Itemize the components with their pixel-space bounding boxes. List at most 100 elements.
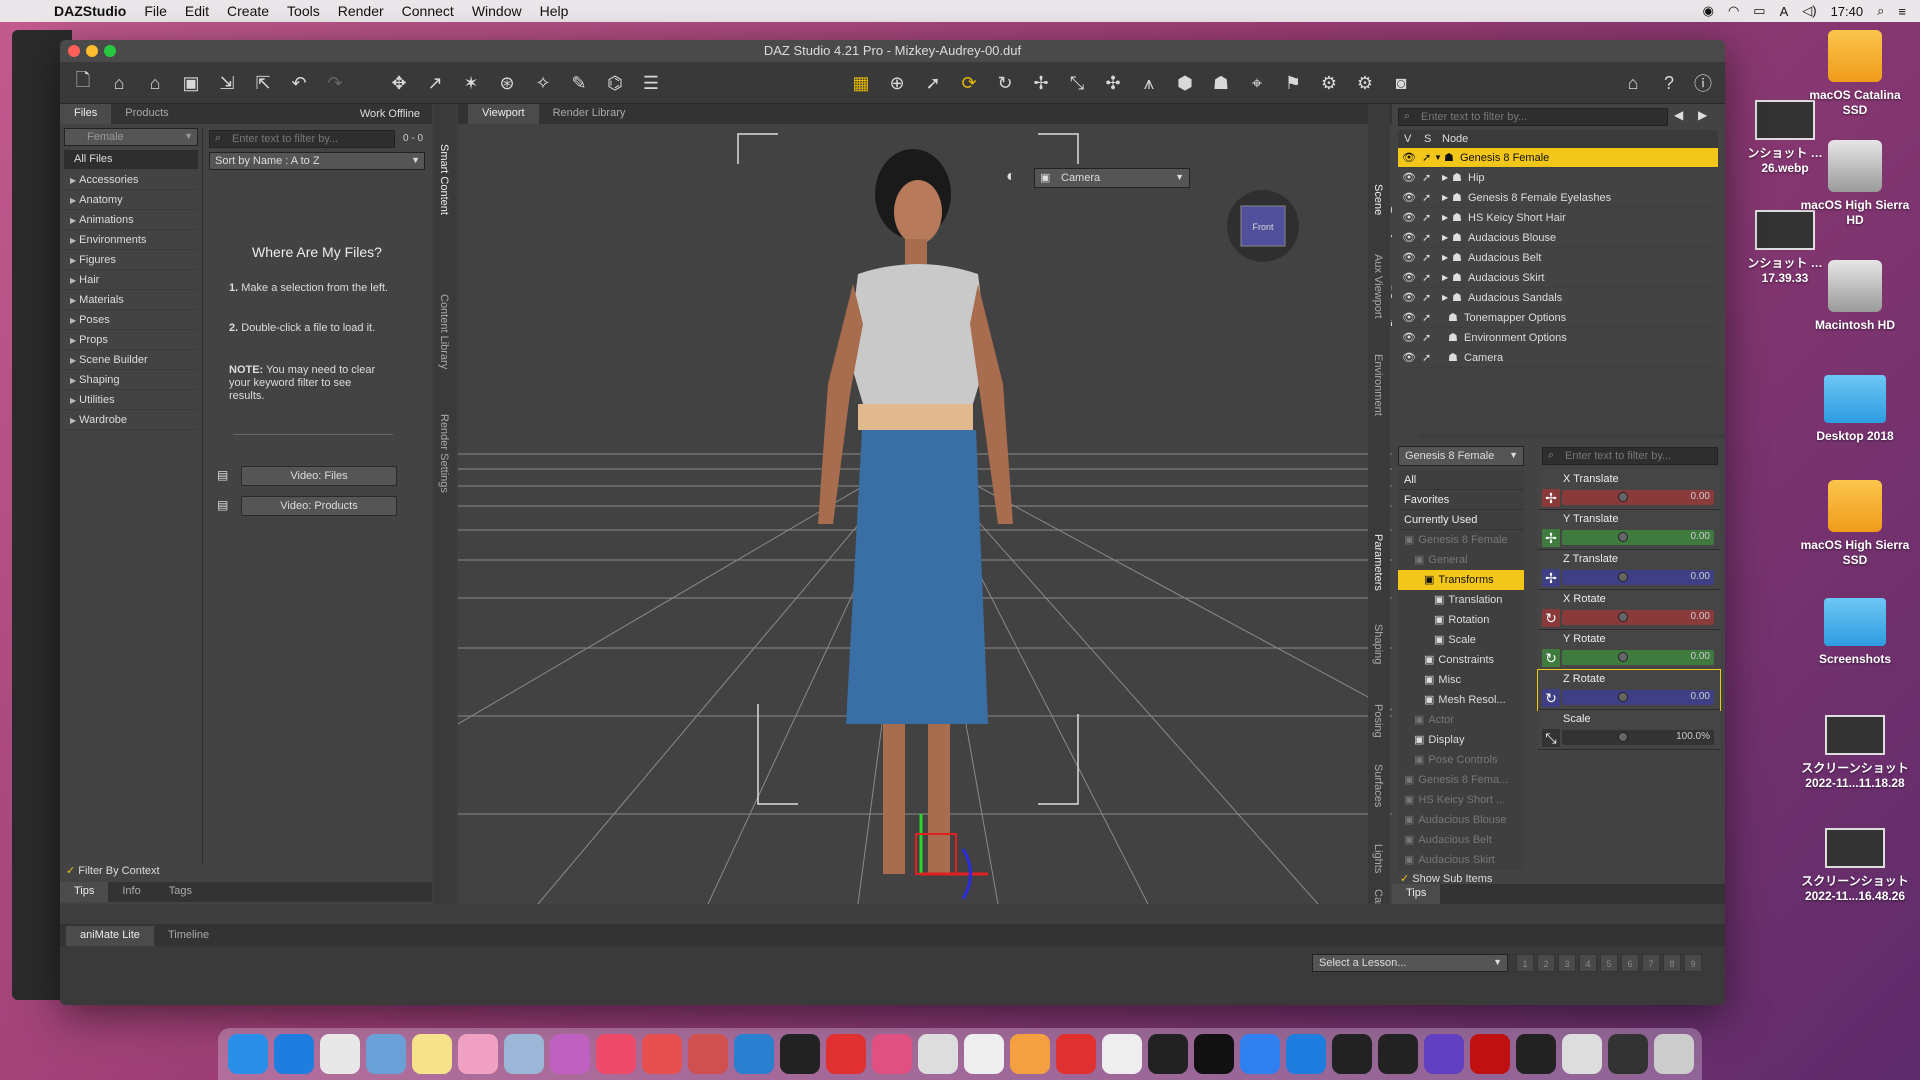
slider-value[interactable]: 0.00	[1691, 611, 1710, 622]
eye-icon[interactable]: 👁	[1402, 288, 1416, 308]
scene-node[interactable]: 👁 ➚ ▶ ☗ Audacious Belt	[1398, 248, 1718, 268]
filter-dropdown[interactable]: Female ▼	[64, 128, 198, 146]
property-group[interactable]: ▣ Scale	[1398, 630, 1524, 650]
slider-knob[interactable]	[1618, 692, 1628, 702]
dock-icon-affinity[interactable]	[550, 1034, 590, 1074]
scene-node[interactable]: 👁 ➚ ▶ ☗ Audacious Blouse	[1398, 228, 1718, 248]
category-scene-builder[interactable]: ▶ Scene Builder	[64, 350, 198, 370]
render-settings-icon[interactable]: ⚙	[1352, 70, 1378, 96]
video-files-button[interactable]: Video: Files	[241, 466, 397, 486]
desktop-item[interactable]: macOS Catalina SSD	[1800, 30, 1910, 118]
eye-icon[interactable]: 👁	[1402, 188, 1416, 208]
lesson-page-button[interactable]: 6	[1621, 954, 1639, 972]
work-offline-button[interactable]: Work Offline	[360, 108, 420, 120]
slider-value[interactable]: 100.0%	[1676, 731, 1710, 742]
side-tab-scene[interactable]: Scene	[1372, 184, 1384, 215]
status-icon[interactable]: ◉	[1703, 3, 1714, 19]
param-slider[interactable]: Z Rotate ↻ 0.00	[1537, 669, 1721, 711]
menu-render[interactable]: Render	[338, 3, 384, 19]
dock-icon-music[interactable]	[596, 1034, 636, 1074]
open-icon[interactable]: ⌂	[106, 70, 132, 96]
pointer-icon[interactable]: ➚	[1422, 328, 1431, 348]
clock[interactable]: 17:40	[1831, 4, 1864, 19]
merge-icon[interactable]: ⌂	[142, 70, 168, 96]
tab-tips[interactable]: Tips	[60, 882, 109, 902]
desktop-item[interactable]: Macintosh HD	[1800, 260, 1910, 333]
iray-icon[interactable]: ⚙	[1316, 70, 1342, 96]
lesson-dropdown[interactable]: Select a Lesson... ▼	[1312, 954, 1508, 972]
joint-tool-icon[interactable]: ✶	[458, 70, 484, 96]
dock-icon-sync[interactable]	[1056, 1034, 1096, 1074]
desktop-item[interactable]: スクリーンショット 2022-11...11.18.28	[1800, 715, 1910, 791]
param-slider[interactable]: X Translate ✢ 0.00	[1538, 470, 1720, 510]
lesson-page-button[interactable]: 3	[1558, 954, 1576, 972]
param-search-input[interactable]: ⌕ Enter text to filter by...	[1542, 447, 1718, 465]
universal-tool-icon[interactable]: ⊕	[884, 70, 910, 96]
pointer-icon[interactable]: ➚	[1422, 228, 1431, 248]
desktop-item[interactable]: macOS High Sierra HD	[1800, 140, 1910, 228]
dock-icon-bloom[interactable]	[872, 1034, 912, 1074]
geometry-icon[interactable]: ⩚	[1136, 70, 1162, 96]
camera-dropdown[interactable]: ▣ Camera ▼	[1034, 168, 1190, 188]
side-tab-aux-viewport[interactable]: Aux Viewport	[1372, 254, 1384, 319]
dock-icon-term[interactable]	[1516, 1034, 1556, 1074]
eye-icon[interactable]: 👁	[1402, 328, 1416, 348]
zoom-button[interactable]	[104, 45, 116, 57]
dock-icon-a[interactable]	[1286, 1034, 1326, 1074]
col-node[interactable]: Node	[1442, 130, 1468, 148]
dock-icon-xbox[interactable]	[1562, 1034, 1602, 1074]
scene-node[interactable]: 👁 ➚ ▼ ☗ Genesis 8 Female	[1398, 148, 1718, 168]
export-icon[interactable]: ⇱	[250, 70, 276, 96]
save-icon[interactable]: ▣	[178, 70, 204, 96]
lesson-page-button[interactable]: 2	[1537, 954, 1555, 972]
category-shaping[interactable]: ▶ Shaping	[64, 370, 198, 390]
help-question-icon[interactable]: ?	[1656, 70, 1682, 96]
dock-icon-mon[interactable]	[1608, 1034, 1648, 1074]
slider-knob[interactable]	[1618, 612, 1628, 622]
slider-knob[interactable]	[1618, 492, 1628, 502]
property-group[interactable]: All	[1398, 470, 1524, 490]
property-group[interactable]: ▣ Display	[1398, 730, 1524, 750]
viewport-canvas[interactable]: Front	[458, 124, 1418, 904]
slider-value[interactable]: 0.00	[1691, 571, 1710, 582]
pointer-icon[interactable]: ➚	[1422, 188, 1431, 208]
category-wardrobe[interactable]: ▶ Wardrobe	[64, 410, 198, 430]
category-materials[interactable]: ▶ Materials	[64, 290, 198, 310]
side-tab-posing[interactable]: Posing	[1372, 704, 1384, 738]
slider-knob[interactable]	[1618, 532, 1628, 542]
property-group[interactable]: ▣ Constraints	[1398, 650, 1524, 670]
pointer-icon[interactable]: ➚	[1422, 148, 1431, 168]
dock-icon-pencil[interactable]	[964, 1034, 1004, 1074]
dock-icon-preview[interactable]	[366, 1034, 406, 1074]
tab-files[interactable]: Files	[60, 104, 112, 124]
menu-create[interactable]: Create	[227, 3, 269, 19]
slider-knob[interactable]	[1618, 732, 1628, 742]
dock-icon-dc[interactable]	[734, 1034, 774, 1074]
expand-arrow-icon[interactable]: ▶	[1442, 248, 1448, 268]
category-anatomy[interactable]: ▶ Anatomy	[64, 190, 198, 210]
category-environments[interactable]: ▶ Environments	[64, 230, 198, 250]
brush-tool-icon[interactable]: ✎	[566, 70, 592, 96]
desktop-item[interactable]: macOS High Sierra SSD	[1800, 480, 1910, 568]
side-tab-render-settings[interactable]: Render Settings	[438, 414, 450, 493]
lesson-page-button[interactable]: 9	[1684, 954, 1702, 972]
col-visible[interactable]: V	[1404, 130, 1411, 148]
param-slider[interactable]: Y Translate ✢ 0.00	[1538, 510, 1720, 550]
dock-icon-q[interactable]	[1240, 1034, 1280, 1074]
lesson-page-button[interactable]: 1	[1516, 954, 1534, 972]
node-select-dropdown[interactable]: Genesis 8 Female ▼	[1398, 446, 1524, 466]
params-tab-tips[interactable]: Tips	[1392, 884, 1441, 904]
menu-app-name[interactable]: DAZStudio	[54, 3, 126, 19]
region-tool-icon[interactable]: ⌬	[602, 70, 628, 96]
lesson-page-button[interactable]: 8	[1663, 954, 1681, 972]
param-slider[interactable]: Z Translate ✢ 0.00	[1538, 550, 1720, 590]
expand-arrow-icon[interactable]: ▶	[1442, 228, 1448, 248]
dock-icon-trash[interactable]	[1654, 1034, 1694, 1074]
eye-icon[interactable]: 👁	[1402, 268, 1416, 288]
desktop-item[interactable]: Screenshots	[1800, 598, 1910, 667]
menu-tools[interactable]: Tools	[287, 3, 320, 19]
scene-node[interactable]: 👁 ➚ ☗ Camera	[1398, 348, 1718, 368]
pointer-icon[interactable]: ➚	[1422, 308, 1431, 328]
dock-icon-d[interactable]	[1148, 1034, 1188, 1074]
arrow-right-icon[interactable]: ▶	[1698, 108, 1707, 122]
